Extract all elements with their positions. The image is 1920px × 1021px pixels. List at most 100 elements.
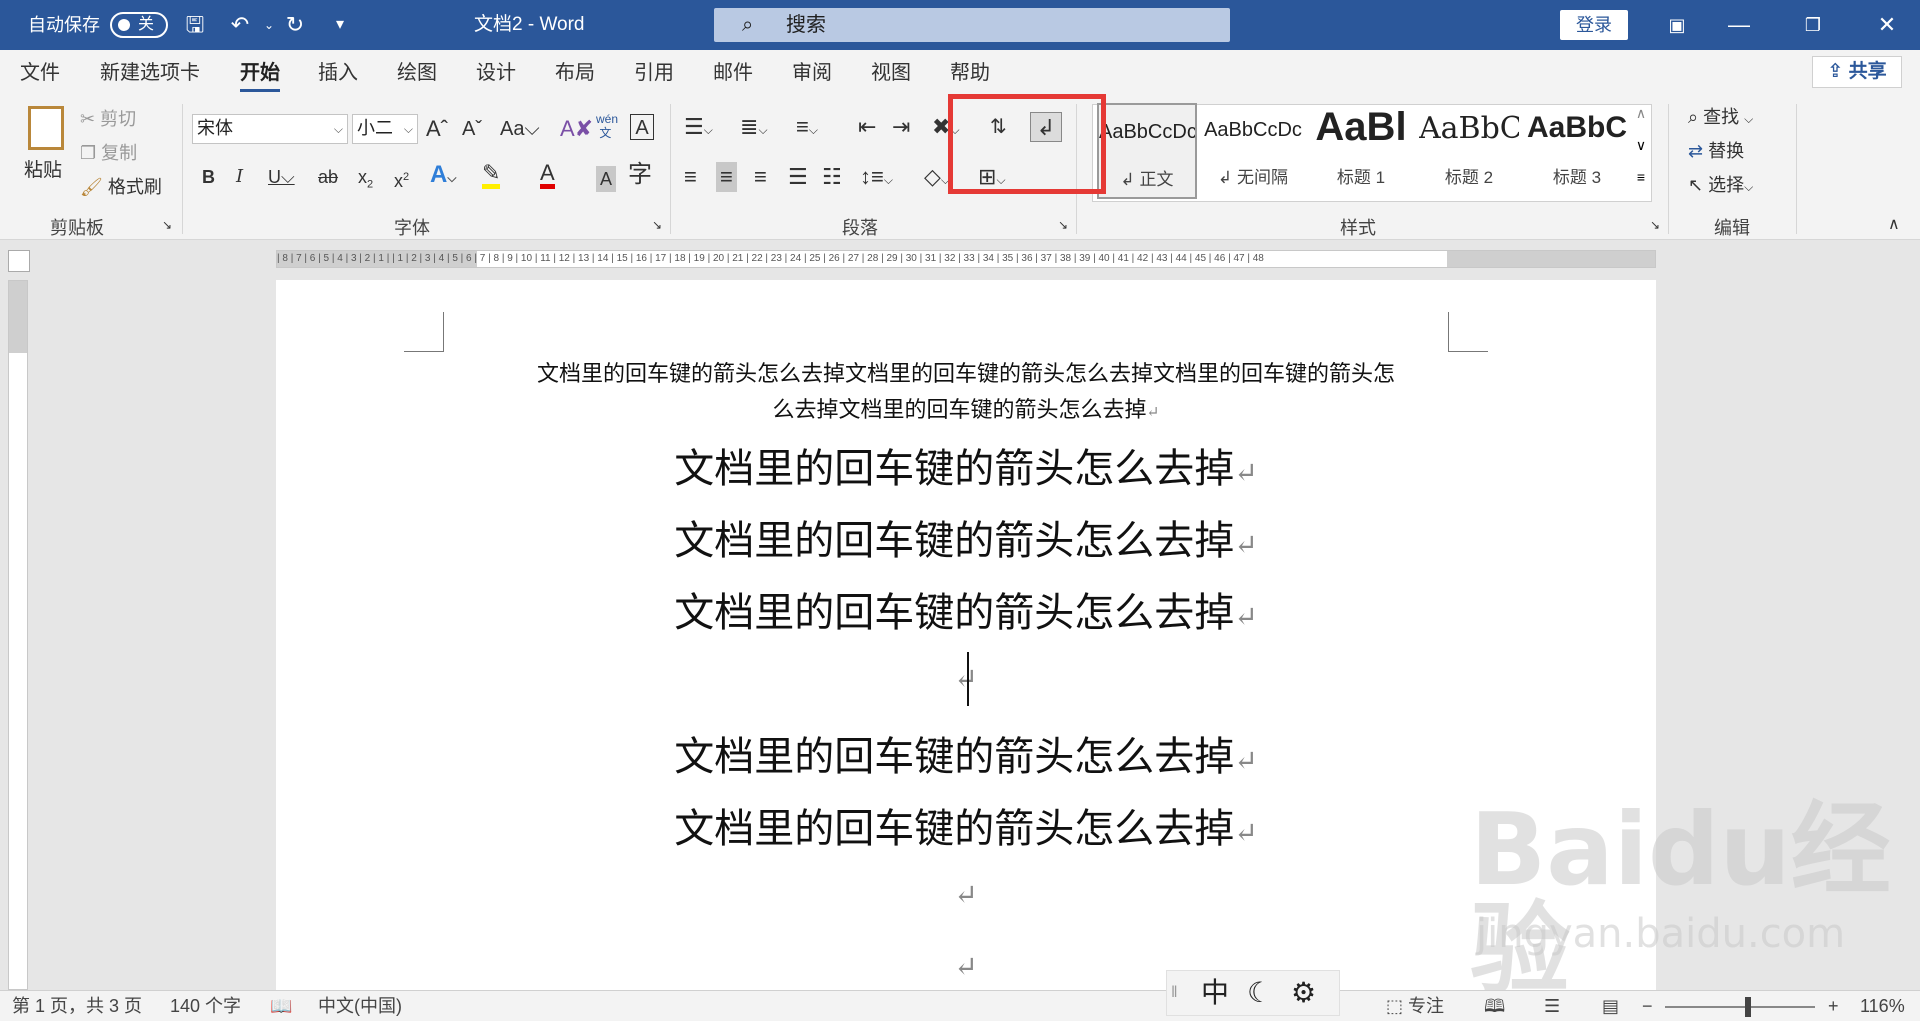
paragraph-launcher-icon[interactable]: ↘ (1058, 212, 1068, 238)
zoom-level[interactable]: 116% (1860, 991, 1905, 1021)
web-layout-icon[interactable]: ▤ (1602, 991, 1619, 1021)
customize-toolbar-icon[interactable]: ▾ (325, 10, 355, 40)
font-name-dropdown[interactable]: 宋体 ⌵ (192, 114, 348, 144)
align-right-icon[interactable]: ≡ (754, 162, 767, 192)
language-indicator[interactable]: 中文(中国) (318, 991, 402, 1021)
tab-references[interactable]: 引用 (634, 50, 674, 96)
enclose-characters-icon[interactable]: 字 (628, 162, 652, 188)
zoom-out-icon[interactable]: − (1642, 991, 1653, 1021)
strikethrough-icon[interactable]: ab (318, 164, 338, 190)
zoom-slider-knob[interactable] (1745, 997, 1751, 1017)
tab-design[interactable]: 设计 (476, 50, 516, 96)
ime-drag-handle[interactable]: ‖ (1171, 971, 1178, 1015)
moon-icon[interactable]: ☾ (1247, 971, 1272, 1015)
autosave-toggle[interactable]: 关 (110, 12, 168, 38)
paste-button[interactable]: 粘贴 (18, 102, 78, 192)
align-center-icon[interactable]: ≡ (716, 162, 737, 192)
login-button[interactable]: 登录 (1560, 10, 1628, 40)
italic-icon[interactable]: I (236, 164, 243, 190)
shading-icon[interactable]: ◇⌵ (924, 162, 950, 192)
zoom-in-icon[interactable]: + (1828, 991, 1839, 1021)
clear-formatting-icon[interactable]: A✘ (560, 116, 593, 142)
tab-home[interactable]: 开始 (240, 50, 280, 96)
tab-view[interactable]: 视图 (871, 50, 911, 96)
font-color-icon[interactable]: A (540, 162, 555, 189)
highlight-icon[interactable]: ✎ (482, 162, 501, 189)
horizontal-ruler[interactable]: | 8 | 7 | 6 | 5 | 4 | 3 | 2 | 1 | | 1 | … (276, 250, 1656, 268)
tab-draw[interactable]: 绘图 (397, 50, 437, 96)
character-border-icon[interactable]: A (630, 114, 654, 140)
style-heading-3[interactable]: AaBbC 标题 3 (1527, 103, 1627, 199)
tab-new[interactable]: 新建选项卡 (100, 50, 200, 96)
select-button[interactable]: ↖ 选择⌵ (1688, 172, 1753, 200)
tab-file[interactable]: 文件 (20, 50, 60, 96)
bold-icon[interactable]: B (202, 164, 215, 190)
search-box[interactable]: ⌕ 搜索 (714, 8, 1230, 42)
copy-button[interactable]: ❐ 复制 (80, 140, 137, 166)
styles-launcher-icon[interactable]: ↘ (1650, 212, 1660, 238)
find-button[interactable]: ⌕ 查找 ⌵ (1688, 104, 1753, 132)
print-layout-icon[interactable]: ☰ (1544, 991, 1560, 1021)
font-launcher-icon[interactable]: ↘ (652, 212, 662, 238)
character-shading-icon[interactable]: A (596, 166, 617, 192)
change-case-icon[interactable]: Aa⌵ (500, 116, 540, 142)
vertical-ruler[interactable] (8, 280, 28, 990)
decrease-indent-icon[interactable]: ⇤ (858, 112, 876, 142)
styles-scroll-up-icon[interactable]: ∧ (1631, 105, 1651, 137)
tab-selector[interactable] (8, 250, 30, 272)
numbering-icon[interactable]: ≣⌵ (740, 112, 768, 142)
style-no-spacing[interactable]: AaBbCcDc ↲ 无间隔 (1203, 103, 1303, 199)
bullets-icon[interactable]: ☰⌵ (684, 112, 713, 142)
style-normal[interactable]: AaBbCcDc ↲ 正文 (1097, 103, 1197, 199)
superscript-icon[interactable]: x2 (394, 164, 409, 194)
save-icon[interactable]: 🖫 (180, 10, 210, 40)
phonetic-guide-icon[interactable]: wén 文 (596, 112, 618, 140)
grow-font-icon[interactable]: Aˆ (426, 116, 448, 142)
style-name: 标题 1 (1336, 168, 1386, 187)
shrink-font-icon[interactable]: Aˇ (462, 116, 482, 142)
increase-indent-icon[interactable]: ⇥ (892, 112, 910, 142)
read-mode-icon[interactable]: 🕮 (1484, 991, 1505, 1021)
align-left-icon[interactable]: ≡ (684, 162, 697, 192)
multilevel-list-icon[interactable]: ≡⌵ (796, 112, 818, 142)
restore-icon[interactable]: ❐ (1798, 10, 1828, 40)
font-size-dropdown[interactable]: 小二 ⌵ (352, 114, 418, 144)
text-effects-icon[interactable]: A⌵ (430, 162, 456, 191)
proofing-icon[interactable]: 📖 (270, 991, 292, 1021)
style-heading-1[interactable]: AaBl 标题 1 (1311, 103, 1411, 199)
ribbon-display-options-icon[interactable]: ▣ (1662, 10, 1692, 40)
gear-icon[interactable]: ⚙ (1291, 971, 1316, 1015)
minimize-icon[interactable]: — (1724, 10, 1754, 40)
cut-button[interactable]: ✂ 剪切 (80, 106, 136, 132)
format-painter-button[interactable]: 🖌 格式刷 (80, 174, 162, 200)
styles-scroll-down-icon[interactable]: ∨ (1631, 137, 1651, 169)
subscript-icon[interactable]: x2 (358, 164, 373, 198)
ime-mode[interactable]: 中 (1201, 971, 1229, 1015)
redo-icon[interactable]: ↻ (280, 10, 310, 40)
tab-insert[interactable]: 插入 (318, 50, 358, 96)
page-count[interactable]: 第 1 页，共 3 页 (12, 991, 142, 1021)
close-icon[interactable]: ✕ (1872, 10, 1902, 40)
focus-button[interactable]: ⬚ 专注 (1386, 991, 1444, 1021)
share-button[interactable]: ⇪ 共享 (1812, 56, 1902, 88)
distributed-icon[interactable]: ☷ (822, 162, 842, 192)
return-mark: ↵ (954, 878, 978, 911)
style-heading-2[interactable]: AaBbC 标题 2 (1419, 103, 1519, 199)
tab-review[interactable]: 审阅 (792, 50, 832, 96)
underline-icon[interactable]: U⌵ (268, 164, 295, 190)
tab-layout[interactable]: 布局 (555, 50, 595, 96)
doc-paragraph: ↵ (276, 652, 1656, 698)
styles-gallery: AaBbCcDc ↲ 正文 AaBbCcDc ↲ 无间隔 AaBl 标题 1 A… (1092, 103, 1652, 202)
undo-icon[interactable]: ↶ (225, 10, 255, 40)
line-spacing-icon[interactable]: ↕≡⌵ (860, 162, 893, 192)
document-page[interactable]: 文档里的回车键的箭头怎么去掉文档里的回车键的箭头怎么去掉文档里的回车键的箭头怎 … (276, 280, 1656, 1000)
tab-help[interactable]: 帮助 (950, 50, 990, 96)
zoom-slider-track[interactable] (1665, 1006, 1815, 1008)
collapse-ribbon-icon[interactable]: ∧ (1888, 212, 1900, 238)
styles-more-icon[interactable]: ≡ (1631, 169, 1651, 201)
clipboard-launcher-icon[interactable]: ↘ (162, 212, 172, 238)
word-count[interactable]: 140 个字 (170, 991, 241, 1021)
tab-mailings[interactable]: 邮件 (713, 50, 753, 96)
justify-icon[interactable]: ☰ (788, 162, 808, 192)
replace-button[interactable]: ⇄ 替换 (1688, 138, 1744, 164)
